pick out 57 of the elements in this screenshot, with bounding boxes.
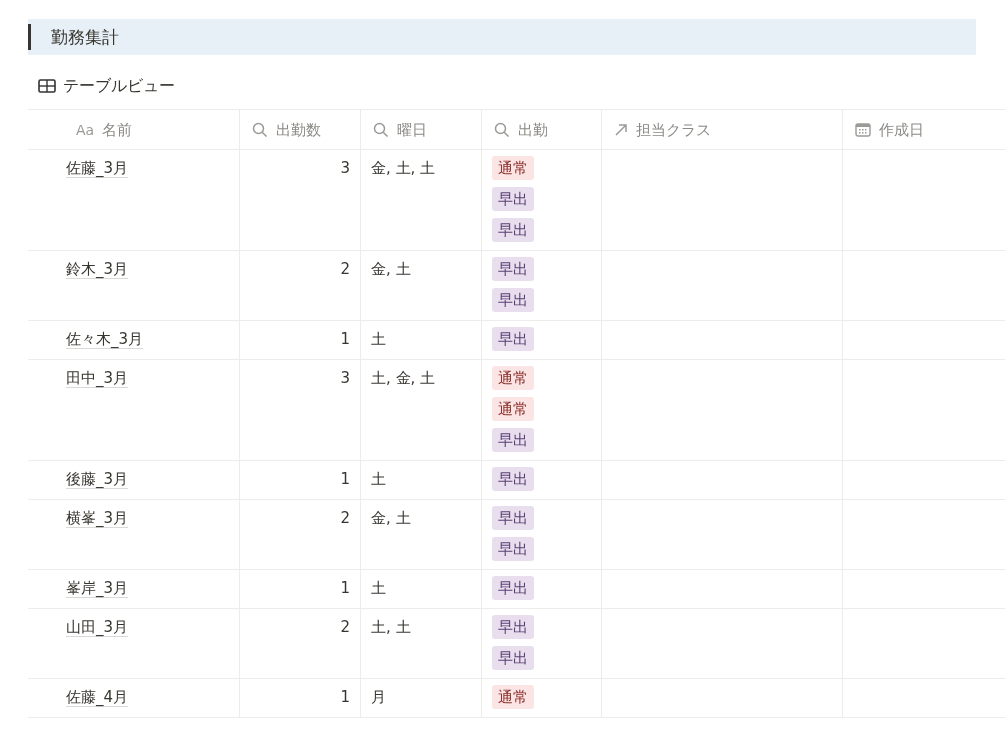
row-title[interactable]: 佐藤_4月 [66,688,129,707]
column-header[interactable]: Aa 名前 [28,110,240,149]
weekday-cell: 月 [371,688,386,706]
search-icon [494,121,510,138]
status-tag: 早出 [492,576,534,600]
status-tag: 早出 [492,288,534,312]
search-icon [373,121,389,138]
status-tag: 通常 [492,156,534,180]
count-cell: 1 [340,688,350,706]
column-header[interactable]: 出勤 [482,110,602,149]
count-cell: 1 [340,330,350,348]
weekday-cell: 土 [371,470,386,488]
row-title[interactable]: 後藤_3月 [66,470,129,489]
table-icon [38,79,56,93]
status-tag: 早出 [492,615,534,639]
status-tag: 通常 [492,397,534,421]
weekday-cell: 金, 土 [371,260,411,278]
status-tag: 早出 [492,467,534,491]
weekday-cell: 金, 土 [371,509,411,527]
status-tag: 通常 [492,366,534,390]
status-tag: 早出 [492,327,534,351]
row-title[interactable]: 佐藤_3月 [66,159,129,178]
count-cell: 2 [340,509,350,527]
column-header[interactable]: 作成日 [843,110,1005,149]
weekday-cell: 土 [371,330,386,348]
status-tag: 早出 [492,218,534,242]
calendar-icon [855,121,871,138]
status-tag: 早出 [492,428,534,452]
view-title[interactable]: テーブルビュー [63,75,175,97]
weekday-cell: 土, 土 [371,618,411,636]
row-title[interactable]: 峯岸_3月 [66,579,129,598]
count-cell: 3 [340,369,350,387]
weekday-cell: 金, 土, 土 [371,159,436,177]
count-cell: 2 [340,618,350,636]
status-tag: 早出 [492,646,534,670]
row-title[interactable]: 横峯_3月 [66,509,129,528]
row-title[interactable]: 佐々木_3月 [66,330,144,349]
heading-text: 勤務集計 [51,25,119,49]
count-cell: 1 [340,579,350,597]
status-tag: 早出 [492,257,534,281]
status-tag: 通常 [492,685,534,709]
count-cell: 1 [340,470,350,488]
arrow-icon [614,122,628,137]
row-title[interactable]: 鈴木_3月 [66,260,129,279]
weekday-cell: 土 [371,579,386,597]
status-tag: 早出 [492,537,534,561]
status-tag: 早出 [492,506,534,530]
column-header[interactable]: 出勤数 [240,110,361,149]
column-header[interactable]: 担当クラス [602,110,843,149]
weekday-cell: 土, 金, 土 [371,369,436,387]
row-title[interactable]: 山田_3月 [66,618,129,637]
count-cell: 2 [340,260,350,278]
search-icon [252,121,268,138]
row-title[interactable]: 田中_3月 [66,369,129,388]
count-cell: 3 [340,159,350,177]
status-tag: 早出 [492,187,534,211]
column-header[interactable]: 曜日 [361,110,482,149]
